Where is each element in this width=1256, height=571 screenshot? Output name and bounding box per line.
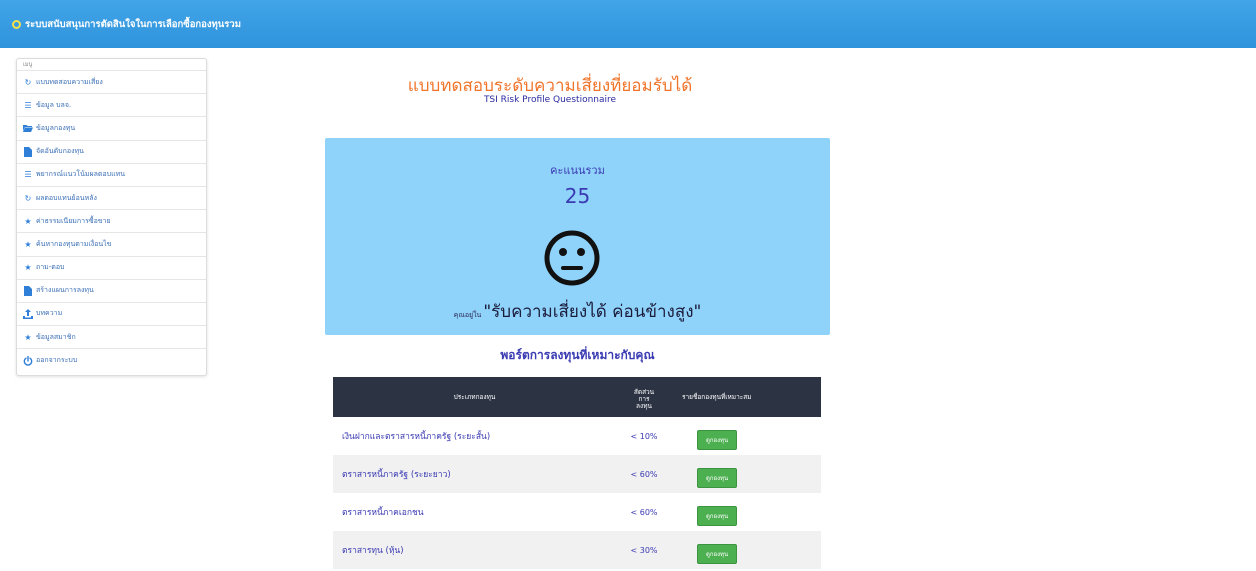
score-label: คะแนนรวม	[550, 164, 605, 177]
sidebar-item-trading-fees[interactable]: ★ ค่าธรรมเนียมการซื้อขาย	[17, 210, 206, 234]
ratio-cell: < 30%	[630, 545, 658, 555]
sidebar-item-logout[interactable]: ออกจากระบบ	[17, 349, 206, 372]
table-header: ประเภทกองทุน สัดส่วน การ ลงทุน รายชื่อกอ…	[333, 377, 821, 417]
sidebar-item-past-returns[interactable]: ↻ ผลตอบแทนย้อนหลัง	[17, 187, 206, 211]
brand-link[interactable]: ระบบสนับสนุนการตัดสินใจในการเลือกซื้อกอง…	[12, 15, 241, 33]
portfolio-table: ประเภทกองทุน สัดส่วน การ ลงทุน รายชื่อกอ…	[333, 377, 821, 569]
score-value: 25	[564, 184, 591, 208]
sidebar-item-label: ผลตอบแทนย้อนหลัง	[36, 193, 97, 202]
score-panel: คะแนนรวม 25 คุณอยู่ใน "รับความเสี่ยงได้ ค…	[325, 138, 830, 335]
sidebar-item-label: สร้างแผนการลงทุน	[36, 286, 94, 295]
table-row: ตราสารทุน (หุ้น) < 30% ดูกองทุน	[333, 531, 821, 569]
view-funds-button[interactable]: ดูกองทุน	[697, 429, 737, 450]
power-icon	[23, 355, 33, 366]
file-icon	[23, 285, 33, 296]
fund-type-cell: เงินฝากและตราสารหนี้ภาครัฐ (ระยะสั้น)	[342, 432, 491, 442]
risk-result-prefix: คุณอยู่ใน	[453, 311, 482, 319]
page-subtitle: TSI Risk Profile Questionnaire	[483, 95, 617, 105]
app-title: ระบบสนับสนุนการตัดสินใจในการเลือกซื้อกอง…	[25, 18, 241, 30]
table-row: เงินฝากและตราสารหนี้ภาครัฐ (ระยะสั้น) < …	[333, 417, 821, 455]
ratio-cell: < 60%	[630, 507, 658, 517]
folder-open-icon	[23, 123, 33, 133]
star-icon: ★	[24, 263, 32, 273]
table-row: ตราสารหนี้ภาครัฐ (ระยะยาว) < 60% ดูกองทุ…	[333, 455, 821, 493]
list-icon: ☰	[24, 100, 32, 110]
col-header-funds: รายชื่อกองทุนที่เหมาะสม	[682, 393, 752, 401]
star-icon: ★	[24, 216, 32, 226]
ratio-cell: < 10%	[630, 431, 658, 441]
ratio-cell: < 60%	[630, 469, 658, 479]
refresh-icon: ↻	[24, 193, 32, 203]
risk-result: คุณอยู่ใน "รับความเสี่ยงได้ ค่อนข้างสูง"	[325, 298, 830, 325]
col-header-ratio-line: ลงทุน	[636, 401, 652, 410]
file-icon	[23, 146, 33, 157]
star-icon: ★	[24, 332, 32, 342]
fund-type-cell: ตราสารหนี้ภาคเอกชน	[342, 508, 424, 518]
col-header-ratio: สัดส่วน การ ลงทุน	[616, 377, 672, 417]
upload-icon	[23, 308, 33, 319]
sidebar-item-label: ข้อมูลกองทุน	[36, 123, 76, 132]
top-navbar: ระบบสนับสนุนการตัดสินใจในการเลือกซื้อกอง…	[0, 0, 1256, 48]
sidebar-item-amc-info[interactable]: ☰ ข้อมูล บลจ.	[17, 94, 206, 118]
neutral-face-icon	[544, 230, 600, 286]
sidebar-item-fund-search[interactable]: ★ ค้นหากองทุนตามเงื่อนไข	[17, 233, 206, 257]
portfolio-section-title: พอร์ตการลงทุนที่เหมาะกับคุณ	[500, 348, 655, 362]
sidebar-item-label: ออกจากระบบ	[36, 356, 78, 365]
sidebar-item-label: ค้นหากองทุนตามเงื่อนไข	[36, 239, 112, 248]
sidebar-item-label: ข้อมูลสมาชิก	[36, 332, 76, 341]
sidebar-item-label: พยากรณ์แนวโน้มผลตอบแทน	[36, 170, 126, 179]
sidebar-item-label: บทความ	[36, 309, 63, 318]
sidebar-item-articles[interactable]: บทความ	[17, 303, 206, 327]
sidebar-item-return-forecast[interactable]: ☰ พยากรณ์แนวโน้มผลตอบแทน	[17, 164, 206, 187]
sidebar-item-label: ถาม-ตอบ	[36, 263, 65, 272]
sidebar-item-label: จัดอันดับกองทุน	[36, 147, 84, 156]
fund-type-cell: ตราสารหนี้ภาครัฐ (ระยะยาว)	[342, 470, 451, 480]
fund-type-cell: ตราสารทุน (หุ้น)	[342, 546, 404, 556]
ring-icon	[12, 19, 21, 29]
sidebar-item-risk-test[interactable]: ↻ แบบทดสอบความเสี่ยง	[17, 71, 206, 95]
view-funds-button[interactable]: ดูกองทุน	[697, 505, 737, 526]
sidebar-item-faq[interactable]: ★ ถาม-ตอบ	[17, 257, 206, 280]
sidebar-menu: เมนู ↻ แบบทดสอบความเสี่ยง ☰ ข้อมูล บลจ. …	[16, 58, 207, 376]
star-icon: ★	[24, 239, 32, 249]
table-row: ตราสารหนี้ภาคเอกชน < 60% ดูกองทุน	[333, 493, 821, 531]
list-icon: ☰	[24, 170, 32, 180]
sidebar-item-member-info[interactable]: ★ ข้อมูลสมาชิก	[17, 326, 206, 350]
risk-result-text: "รับความเสี่ยงได้ ค่อนข้างสูง"	[483, 302, 702, 322]
menu-caption: เมนู	[17, 59, 206, 71]
sidebar-item-investment-plan[interactable]: สร้างแผนการลงทุน	[17, 280, 206, 303]
sidebar-item-fund-ranking[interactable]: จัดอันดับกองทุน	[17, 141, 206, 164]
refresh-icon: ↻	[24, 77, 32, 87]
view-funds-button[interactable]: ดูกองทุน	[697, 543, 737, 564]
sidebar-item-fund-info[interactable]: ข้อมูลกองทุน	[17, 117, 206, 141]
sidebar-item-label: แบบทดสอบความเสี่ยง	[36, 77, 103, 86]
sidebar-item-label: ค่าธรรมเนียมการซื้อขาย	[36, 216, 111, 225]
sidebar-item-label: ข้อมูล บลจ.	[36, 100, 72, 109]
col-header-fund-type: ประเภทกองทุน	[453, 393, 496, 401]
view-funds-button[interactable]: ดูกองทุน	[697, 467, 737, 488]
